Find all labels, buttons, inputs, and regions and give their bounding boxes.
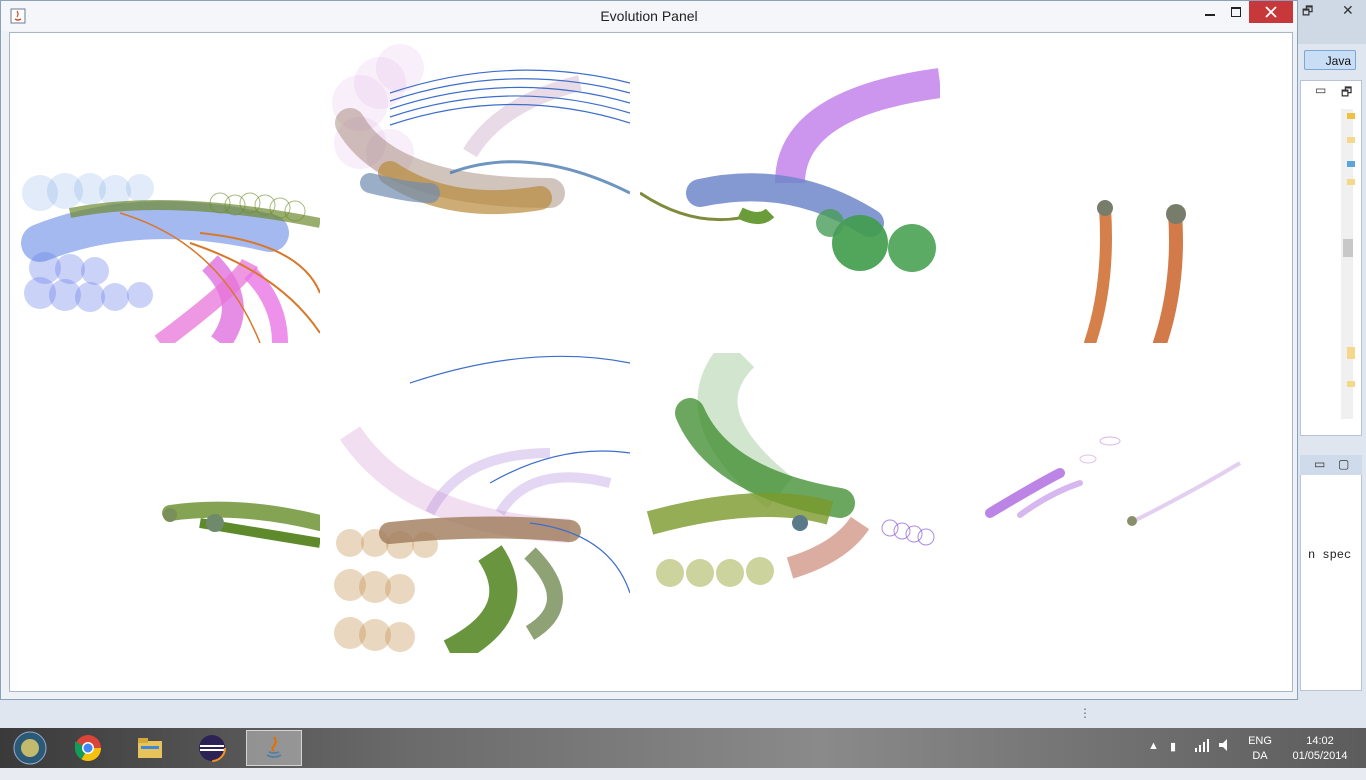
power-icon[interactable]: ▮: [1170, 740, 1176, 780]
show-hidden-icons-icon[interactable]: ▲: [1148, 740, 1159, 780]
ide-status-strip: ⋮: [0, 700, 1366, 728]
evolved-image-7[interactable]: [640, 353, 940, 653]
minimize-icon: [1205, 14, 1215, 16]
maximize-icon[interactable]: ▢: [1338, 457, 1349, 471]
taskbar-eclipse[interactable]: [184, 730, 240, 766]
background-ide: 🗗 ✕ Java ▭ 🗗 ▭ ▢ n spec: [1298, 0, 1366, 728]
evolved-image-4[interactable]: [950, 43, 1250, 343]
restore-icon[interactable]: 🗗: [1341, 83, 1352, 104]
evolved-image-3[interactable]: [640, 43, 940, 343]
volume-icon[interactable]: [1218, 738, 1234, 778]
clock-date: 01/05/2014: [1292, 750, 1348, 762]
minimize-icon[interactable]: ▭: [1314, 457, 1325, 471]
java-icon: [266, 736, 282, 758]
system-clock[interactable]: 14:02 01/05/2014: [1286, 734, 1354, 774]
taskbar-java[interactable]: [246, 730, 302, 766]
java-perspective-button[interactable]: Java: [1304, 50, 1356, 70]
evolved-image-5[interactable]: [20, 353, 320, 653]
maximize-icon: [1231, 7, 1241, 17]
evolved-image-6[interactable]: [330, 353, 630, 653]
ide-console-header: ▭ ▢: [1300, 455, 1362, 475]
ide-close-icon[interactable]: ✕: [1342, 2, 1354, 19]
title-bar[interactable]: Evolution Panel: [1, 1, 1297, 31]
eclipse-icon: [198, 734, 226, 762]
start-button[interactable]: [2, 730, 58, 766]
signal-bars-icon: [1195, 739, 1209, 752]
ide-outline-pane: ▭ 🗗: [1300, 80, 1362, 436]
java-perspective-label: Java: [1325, 54, 1351, 68]
evolution-canvas[interactable]: [9, 32, 1293, 692]
minimize-icon[interactable]: ▭: [1315, 83, 1326, 97]
evolved-image-8[interactable]: [950, 353, 1250, 653]
taskbar-chrome[interactable]: [60, 730, 116, 766]
close-icon: [1265, 6, 1277, 18]
windows-start-icon: [13, 731, 47, 765]
speaker-icon: [1219, 739, 1227, 751]
evolved-image-2[interactable]: [330, 43, 630, 343]
ide-console-pane: [1300, 455, 1362, 691]
folder-icon: [138, 738, 162, 758]
evolved-image-1[interactable]: [20, 43, 320, 343]
taskbar: ▲ ▮ ENG DA 14:02 01/05/2014: [0, 728, 1366, 768]
grip-icon[interactable]: ⋮: [1079, 706, 1091, 720]
clock-time: 14:02: [1306, 735, 1334, 747]
evolution-panel-window: Evolution Panel: [0, 0, 1298, 700]
input-language[interactable]: ENG DA: [1240, 734, 1280, 774]
chrome-icon: [74, 735, 102, 762]
code-fragment: n spec: [1308, 548, 1352, 562]
close-button[interactable]: [1249, 1, 1293, 23]
vertical-scrollbar[interactable]: [1341, 109, 1353, 419]
ide-restore-icon[interactable]: 🗗: [1302, 2, 1313, 23]
network-icon[interactable]: [1194, 738, 1210, 778]
window-title: Evolution Panel: [600, 8, 698, 24]
maximize-button[interactable]: [1221, 1, 1251, 23]
taskbar-file-explorer[interactable]: [122, 730, 178, 766]
